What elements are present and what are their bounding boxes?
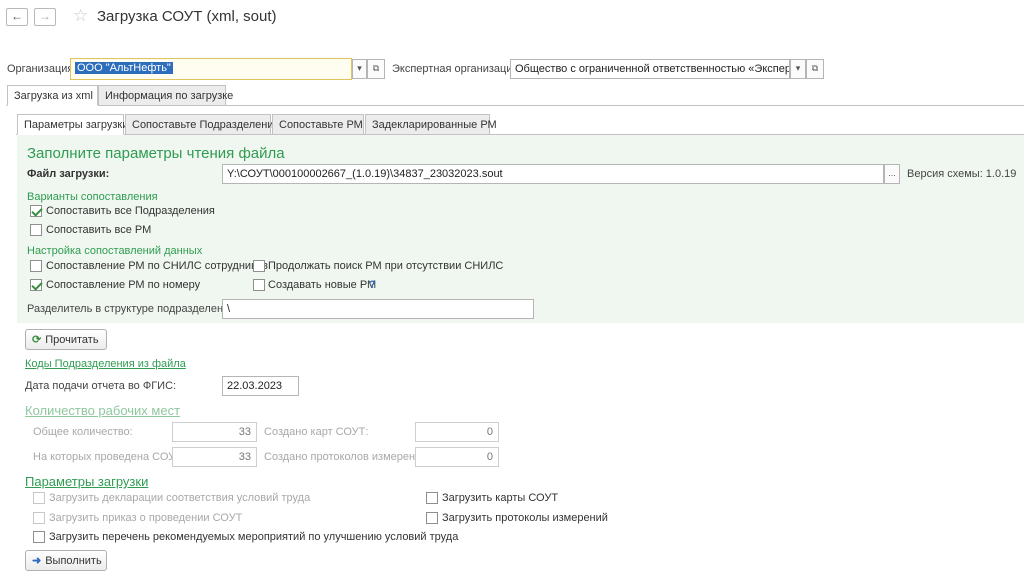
forward-button[interactable]: → — [34, 8, 56, 26]
open-icon: ⧉ — [372, 63, 380, 73]
load-order-label: Загрузить приказ о проведении СОУТ — [49, 512, 243, 524]
workplaces-heading: Количество рабочих мест — [25, 403, 181, 418]
create-new-rm-checkbox[interactable] — [253, 279, 265, 291]
refresh-icon: ⟳ — [32, 334, 42, 346]
load-protocols-label: Загрузить протоколы измерений — [442, 512, 608, 524]
help-icon[interactable]: ? — [369, 279, 376, 291]
load-cards-label: Загрузить карты СОУТ — [442, 492, 559, 504]
match-all-subdivisions-label: Сопоставить все Подразделения — [46, 205, 215, 217]
execute-arrow-icon: ➜ — [32, 555, 42, 567]
tab-load-params[interactable]: Параметры загрузки — [17, 114, 128, 135]
settings-heading: Настройка сопоставлений данных — [27, 245, 203, 257]
org-label: Организация: — [7, 63, 77, 75]
load-cards-checkbox[interactable] — [426, 492, 438, 504]
load-measures-label: Загрузить перечень рекомендуемых меропри… — [49, 531, 459, 543]
window-title: Загрузка СОУТ (xml, sout) — [97, 8, 277, 25]
org-field[interactable]: ООО "АльтНефть" — [70, 58, 352, 80]
read-button-label: Прочитать — [45, 334, 99, 346]
variants-heading: Варианты сопоставления — [27, 191, 158, 203]
org-dropdown-button[interactable]: ▾ — [352, 59, 367, 79]
separator-label: Разделитель в структуре подразделений: — [27, 303, 239, 315]
tab-declared-rm[interactable]: Задекларированные РМ — [365, 114, 497, 135]
file-path-value: Y:\СОУТ\000100002667_(1.0.19)\34837_2303… — [227, 168, 503, 180]
file-path-field[interactable]: Y:\СОУТ\000100002667_(1.0.19)\34837_2303… — [222, 164, 884, 184]
open-icon: ⧉ — [811, 63, 819, 73]
expert-org-field[interactable]: Общество с ограниченной ответственностью… — [510, 59, 790, 79]
arrow-left-icon: ← — [11, 9, 23, 23]
org-open-button[interactable]: ⧉ — [367, 59, 385, 79]
star-icon[interactable]: ☆ — [73, 6, 88, 26]
continue-search-checkbox[interactable] — [253, 260, 265, 272]
expert-org-dropdown-button[interactable]: ▾ — [790, 59, 806, 79]
subdivision-codes-link[interactable]: Коды Подразделения из файла — [25, 358, 186, 370]
match-by-number-checkbox[interactable] — [30, 279, 42, 291]
load-declarations-checkbox[interactable] — [33, 492, 45, 504]
arrow-right-icon: → — [39, 9, 51, 23]
expert-org-open-button[interactable]: ⧉ — [806, 59, 824, 79]
tab-load-from-xml[interactable]: Загрузка из xml — [7, 85, 98, 106]
protocols-created-label: Создано протоколов измерений: — [264, 451, 431, 463]
load-protocols-checkbox[interactable] — [426, 512, 438, 524]
tab-load-info[interactable]: Информация по загрузке — [98, 85, 233, 106]
read-button[interactable]: ⟳ Прочитать — [25, 329, 107, 350]
match-by-number-label: Сопоставление РМ по номеру — [46, 279, 201, 291]
date-value: 22.03.2023 — [227, 380, 283, 392]
match-by-snils-checkbox[interactable] — [30, 260, 42, 272]
conducted-label: На которых проведена СОУТ: — [33, 451, 185, 463]
load-params-heading: Параметры загрузки — [25, 474, 149, 489]
continue-search-label: Продолжать поиск РМ при отсутствии СНИЛС — [268, 260, 504, 272]
back-button[interactable]: ← — [6, 8, 28, 26]
cards-created-field: 0 — [415, 422, 499, 442]
expert-org-label: Экспертная организация: — [392, 63, 522, 75]
tab-match-rm[interactable]: Сопоставьте РМ — [272, 114, 364, 135]
match-all-subdivisions-checkbox[interactable] — [30, 205, 42, 217]
conducted-field: 33 — [172, 447, 257, 467]
load-order-checkbox[interactable] — [33, 512, 45, 524]
execute-button[interactable]: ➜ Выполнить — [25, 550, 107, 571]
schema-version: Версия схемы: 1.0.19 — [907, 168, 1017, 180]
file-label: Файл загрузки: — [27, 168, 110, 180]
protocols-created-field: 0 — [415, 447, 499, 467]
create-new-rm-label: Создавать новые РМ — [268, 279, 377, 291]
separator-value: \ — [227, 303, 231, 315]
tab-match-subdivisions[interactable]: Сопоставьте Подразделения — [125, 114, 279, 135]
total-label: Общее количество: — [33, 426, 133, 438]
expert-org-value: Общество с ограниченной ответственностью… — [515, 63, 789, 75]
total-field: 33 — [172, 422, 257, 442]
load-measures-checkbox[interactable] — [33, 531, 45, 543]
file-browse-button[interactable]: ... — [884, 164, 900, 184]
chevron-down-icon: ▾ — [795, 63, 801, 73]
org-value: ООО "АльтНефть" — [75, 62, 173, 74]
cards-created-label: Создано карт СОУТ: — [264, 426, 369, 438]
match-all-rm-label: Сопоставить все РМ — [46, 224, 152, 236]
execute-button-label: Выполнить — [45, 555, 102, 567]
params-heading: Заполните параметры чтения файла — [27, 145, 285, 162]
match-by-snils-label: Сопоставление РМ по СНИЛС сотрудников — [46, 260, 268, 272]
load-declarations-label: Загрузить декларации соответствия услови… — [49, 492, 311, 504]
date-label: Дата подачи отчета во ФГИС: — [25, 380, 177, 392]
chevron-down-icon: ▾ — [357, 63, 362, 73]
separator-field[interactable]: \ — [222, 299, 534, 319]
date-field[interactable]: 22.03.2023 — [222, 376, 299, 396]
match-all-rm-checkbox[interactable] — [30, 224, 42, 236]
